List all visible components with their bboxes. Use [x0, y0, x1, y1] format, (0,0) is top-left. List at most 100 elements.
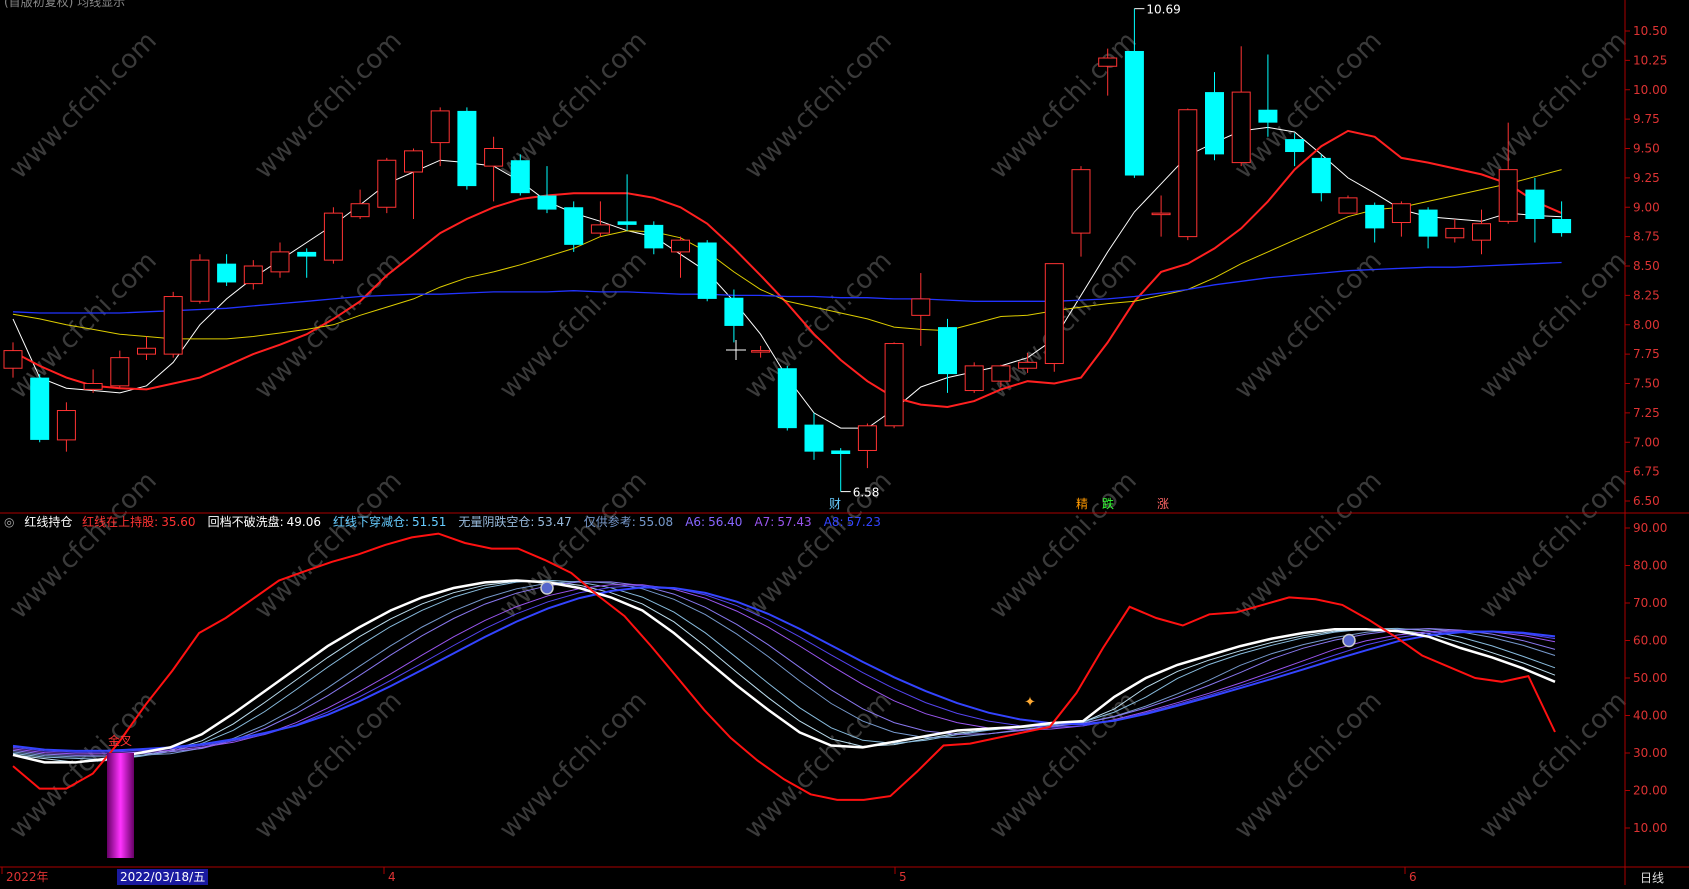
indicator-tick-label: 20.00 — [1633, 784, 1667, 798]
candle-body — [350, 203, 370, 218]
indicator-value: 无量阴跌空仓: 53.47 — [458, 515, 577, 529]
candle — [430, 107, 450, 167]
indicator-value: 仅供参考: 55.08 — [584, 515, 679, 529]
candle-body — [1231, 91, 1251, 164]
runner-icon: ✦ — [1024, 695, 1036, 711]
candle — [1365, 202, 1385, 243]
watermark-text: www.cfchi.com — [1229, 26, 1388, 185]
candle-body — [644, 224, 664, 249]
candle-body — [377, 159, 397, 208]
candle — [83, 369, 103, 393]
candle — [404, 148, 423, 219]
chart-title: (首版初复权) 均线显示 — [4, 0, 126, 9]
price-tick-label: 8.75 — [1633, 230, 1660, 244]
candle-body — [1018, 361, 1038, 369]
indicator-value: 红线在上持股: 35.60 — [82, 515, 201, 529]
candle-body — [404, 150, 423, 173]
candle-body — [190, 259, 210, 302]
watermark-text: www.cfchi.com — [1474, 686, 1633, 845]
watermark-text: www.cfchi.com — [4, 26, 163, 185]
indicator-value-number: 51.51 — [412, 515, 447, 529]
candle-body — [1418, 209, 1438, 237]
indicator-tick-label: 10.00 — [1633, 821, 1667, 835]
candle — [137, 336, 156, 360]
candle-body — [964, 365, 984, 392]
candle — [1311, 154, 1331, 202]
price-tick-label: 9.75 — [1633, 112, 1660, 126]
cursor-date: 2022/03/18/五 — [117, 869, 209, 885]
candle-body — [30, 377, 50, 440]
candle — [56, 402, 76, 452]
watermark-text: www.cfchi.com — [1474, 466, 1633, 625]
candle-body — [457, 110, 477, 187]
candle-body — [297, 251, 317, 257]
indicator-value-label: 仅供参考: — [583, 515, 636, 529]
period-label[interactable]: 日线 — [1640, 869, 1664, 886]
price-tick-label: 7.25 — [1633, 406, 1660, 420]
indicator-value-number: 35.60 — [161, 515, 196, 529]
x-tick-label: 4 — [388, 870, 396, 884]
indicator-tick-label: 40.00 — [1633, 709, 1667, 723]
candle — [644, 221, 664, 255]
candle-body — [857, 425, 877, 451]
price-tick-label: 10.50 — [1633, 24, 1667, 38]
candle-body — [1098, 57, 1118, 67]
watermark-text: www.cfchi.com — [739, 246, 898, 405]
candle-body — [1285, 139, 1305, 153]
candle-body — [270, 251, 290, 273]
price-tick-label: 7.00 — [1633, 435, 1660, 449]
candle-body — [1311, 157, 1331, 194]
candle — [1205, 72, 1224, 161]
x-tick-label: 6 — [1409, 870, 1417, 884]
candle — [323, 207, 343, 264]
candle — [190, 254, 210, 304]
price-tick-label: 8.25 — [1633, 288, 1660, 302]
watermark-text: www.cfchi.com — [1229, 466, 1388, 625]
event-marker: 跌 — [1102, 496, 1114, 511]
candle-body — [163, 296, 183, 355]
indicator-value: A8: 57.23 — [824, 515, 887, 529]
candle — [1071, 166, 1091, 257]
candle — [617, 174, 637, 231]
candle — [671, 236, 690, 278]
watermark-text: www.cfchi.com — [4, 686, 163, 845]
indicator-value-label: 无量阴跌空仓: — [458, 515, 535, 529]
candle — [777, 365, 797, 431]
indicator-value-label: 红线下穿减仓: — [332, 515, 410, 529]
candle — [457, 107, 477, 190]
candle-body — [3, 350, 23, 369]
candle — [1151, 195, 1171, 237]
indicator-tick-label: 60.00 — [1633, 634, 1667, 648]
candle — [1445, 219, 1465, 243]
candle-body — [831, 450, 851, 454]
collapse-icon[interactable]: ◎ — [4, 515, 14, 529]
watermark-text: www.cfchi.com — [249, 686, 408, 845]
candle-body — [697, 242, 717, 299]
watermark-text: www.cfchi.com — [1229, 686, 1388, 845]
candle-body — [804, 424, 824, 452]
indicator-value-number: 55.08 — [638, 515, 674, 529]
x-tick-label: 5 — [899, 870, 907, 884]
candle — [724, 289, 744, 343]
candle-body — [1258, 109, 1278, 123]
candle-body — [484, 148, 504, 167]
price-tick-label: 9.00 — [1633, 200, 1660, 214]
watermark-text: www.cfchi.com — [494, 246, 653, 405]
candle-body — [1472, 223, 1491, 241]
watermark-text: www.cfchi.com — [984, 466, 1143, 625]
candle — [30, 374, 50, 443]
candle-body — [991, 365, 1011, 382]
high-label: 10.69 — [1146, 3, 1180, 17]
indicator-legend: ◎ 红线持仓 红线在上持股: 35.60 回档不破洗盘: 49.06 红线下穿减仓: 51… — [4, 513, 899, 530]
indicator-tick-label: 80.00 — [1633, 559, 1667, 573]
candle — [1391, 201, 1411, 237]
price-tick-label: 10.25 — [1633, 53, 1667, 67]
indicator-tick-label: 30.00 — [1633, 746, 1667, 760]
price-tick-label: 6.50 — [1633, 494, 1660, 508]
candle — [350, 189, 370, 219]
indicator-value-number: 56.40 — [708, 515, 743, 529]
candle-body — [590, 224, 610, 234]
candle-body — [911, 298, 931, 316]
watermark-text: www.cfchi.com — [1474, 26, 1633, 185]
indicator-tick-label: 50.00 — [1633, 671, 1667, 685]
